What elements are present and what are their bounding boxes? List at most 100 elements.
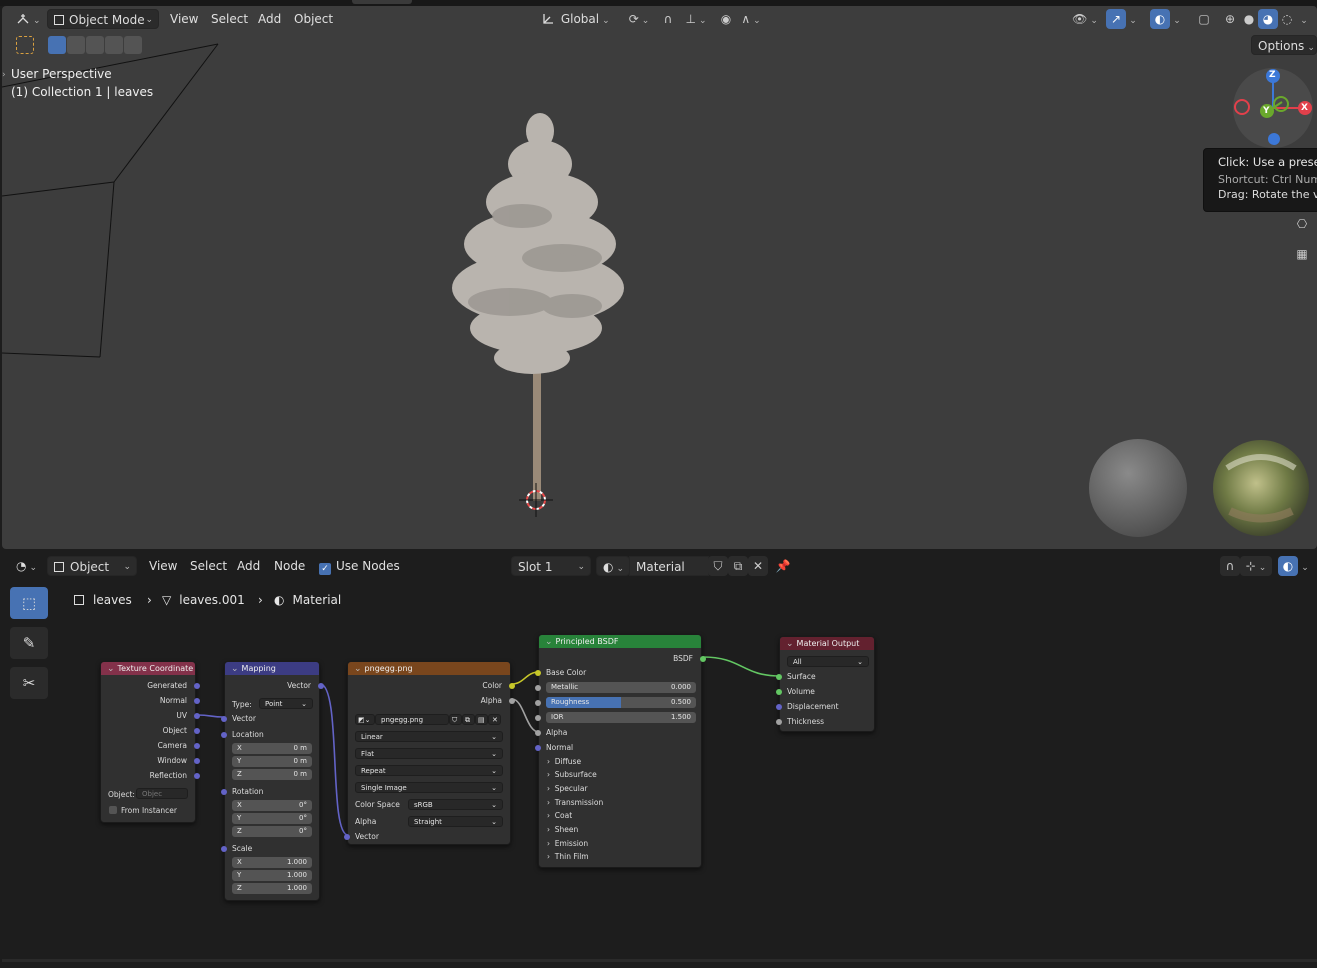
scale-z-field[interactable]: Z 1.000: [232, 883, 312, 894]
output-socket[interactable]: [318, 683, 324, 689]
node-texture-coordinate[interactable]: ⌄ Texture Coordinate Generated Normal UV …: [100, 661, 200, 823]
input-socket[interactable]: [221, 789, 227, 795]
scale-y-field[interactable]: Y 1.000: [232, 870, 312, 881]
input-socket[interactable]: [344, 834, 350, 840]
material-shading-icon[interactable]: ◕: [1258, 9, 1278, 29]
object-field[interactable]: Objec: [136, 788, 188, 799]
gizmo-x-label[interactable]: X: [1301, 103, 1308, 113]
node-mapping[interactable]: ⌄ Mapping Vector Type: Point ⌄ Vector Loca…: [221, 661, 324, 901]
select-invert-icon[interactable]: [105, 36, 123, 54]
select-subtract-icon[interactable]: [86, 36, 104, 54]
output-socket[interactable]: [194, 758, 200, 764]
output-socket[interactable]: [194, 683, 200, 689]
proportional-editing-icon[interactable]: ◉: [716, 9, 736, 29]
select-intersect-icon[interactable]: [124, 36, 142, 54]
roughness-slider[interactable]: Roughness 0.500: [546, 697, 696, 708]
input-socket[interactable]: [221, 846, 227, 852]
output-socket[interactable]: [194, 773, 200, 779]
panel-sheen[interactable]: › Sheen: [547, 825, 578, 834]
gizmo-y-label[interactable]: Y: [1263, 106, 1270, 116]
menu-view[interactable]: View: [165, 9, 203, 29]
ortho-toggle-icon[interactable]: ▦: [1292, 244, 1312, 264]
input-socket[interactable]: [776, 674, 782, 680]
panel-diffuse[interactable]: › Diffuse: [547, 757, 581, 766]
input-socket[interactable]: [535, 745, 541, 751]
overlays-toggle-icon[interactable]: ◐: [1150, 9, 1170, 29]
target-dropdown[interactable]: All ⌄: [787, 656, 869, 667]
node-header[interactable]: ⌄ Material Output: [780, 637, 874, 650]
menu-object[interactable]: Object: [289, 9, 338, 29]
snap-target-icon[interactable]: ⊥ ⌄: [680, 9, 712, 29]
rotation-x-field[interactable]: X 0°: [232, 800, 312, 811]
type-dropdown[interactable]: Point ⌄: [259, 698, 313, 709]
location-z-field[interactable]: Z 0 m: [232, 769, 312, 780]
sidebar-expand-icon[interactable]: ›: [2, 70, 6, 80]
select-extend-icon[interactable]: [67, 36, 85, 54]
pivot-point-icon[interactable]: ⟳ ⌄: [624, 9, 654, 29]
input-socket[interactable]: [535, 715, 541, 721]
mode-dropdown[interactable]: Object Mode ⌄: [47, 9, 159, 29]
source-dropdown[interactable]: Single Image ⌄: [355, 782, 503, 793]
rotation-z-field[interactable]: Z 0°: [232, 826, 312, 837]
input-socket[interactable]: [221, 716, 227, 722]
duplicate-image-icon[interactable]: ⧉: [462, 714, 475, 725]
output-socket[interactable]: [509, 698, 515, 704]
input-socket[interactable]: [535, 685, 541, 691]
image-browse-icon[interactable]: ◩⌄: [355, 714, 375, 725]
rotation-y-field[interactable]: Y 0°: [232, 813, 312, 824]
node-header[interactable]: ⌄ Texture Coordinate: [101, 662, 195, 675]
node-header[interactable]: ⌄ Principled BSDF: [539, 635, 701, 648]
open-image-folder-icon[interactable]: ▤: [475, 714, 488, 725]
wireframe-shading-icon[interactable]: ⊕: [1220, 9, 1240, 29]
location-x-field[interactable]: X 0 m: [232, 743, 312, 754]
panel-emission[interactable]: › Emission: [547, 839, 588, 848]
falloff-icon[interactable]: ∧ ⌄: [736, 9, 766, 29]
interpolation-dropdown[interactable]: Linear ⌄: [355, 731, 503, 742]
menu-select[interactable]: Select: [206, 9, 253, 29]
output-socket[interactable]: [194, 743, 200, 749]
image-name-field[interactable]: pngegg.png: [375, 714, 449, 725]
select-new-icon[interactable]: [48, 36, 66, 54]
panel-specular[interactable]: › Specular: [547, 784, 588, 793]
camera-view-icon[interactable]: ⎔: [1292, 214, 1312, 234]
panel-transmission[interactable]: › Transmission: [547, 798, 603, 807]
solid-shading-icon[interactable]: ●: [1239, 9, 1259, 29]
tweak-tool-icon[interactable]: [16, 36, 34, 54]
colorspace-dropdown[interactable]: sRGB ⌄: [408, 799, 503, 810]
metallic-field[interactable]: Metallic 0.000: [546, 682, 696, 693]
node-header[interactable]: ⌄ pngegg.png: [348, 662, 510, 675]
input-socket[interactable]: [221, 732, 227, 738]
menu-add[interactable]: Add: [253, 9, 286, 29]
checkbox-icon[interactable]: [109, 806, 117, 814]
projection-dropdown[interactable]: Flat ⌄: [355, 748, 503, 759]
3d-viewport[interactable]: ⌄ Object Mode ⌄ View Select Add Object Gl…: [2, 6, 1317, 549]
rendered-shading-icon[interactable]: ◌: [1277, 9, 1297, 29]
output-socket[interactable]: [700, 656, 706, 662]
shading-dropdown-icon[interactable]: ⌄: [1297, 9, 1311, 29]
unlink-image-icon[interactable]: ✕: [488, 714, 501, 725]
input-socket[interactable]: [776, 704, 782, 710]
gizmo-dropdown-icon[interactable]: ⌄: [1126, 9, 1140, 29]
input-socket[interactable]: [776, 689, 782, 695]
panel-coat[interactable]: › Coat: [547, 811, 572, 820]
shader-node-editor[interactable]: ◔ ⌄ Object ⌄ View Select Add Node ✓ Use Nod…: [2, 553, 1317, 965]
active-tab-hint[interactable]: [352, 0, 412, 4]
ior-field[interactable]: IOR 1.500: [546, 712, 696, 723]
node-header[interactable]: ⌄ Mapping: [225, 662, 319, 675]
node-principled-bsdf[interactable]: ⌄ Principled BSDF BSDF Base Color Metalli…: [535, 634, 706, 868]
from-instancer-checkbox[interactable]: From Instancer: [109, 806, 177, 815]
input-socket[interactable]: [776, 719, 782, 725]
node-material-output[interactable]: ⌄ Material Output All ⌄ Surface Volume Dis…: [776, 636, 875, 732]
gizmo-z-label[interactable]: Z: [1269, 70, 1276, 80]
input-socket[interactable]: [535, 730, 541, 736]
scene-canvas[interactable]: [2, 6, 1317, 549]
location-y-field[interactable]: Y 0 m: [232, 756, 312, 767]
output-socket[interactable]: [194, 713, 200, 719]
output-socket[interactable]: [194, 698, 200, 704]
gizmo-toggle-icon[interactable]: ↗: [1106, 9, 1126, 29]
overlays-dropdown-icon[interactable]: ⌄: [1170, 9, 1184, 29]
horizontal-scrollbar[interactable]: [2, 959, 1317, 962]
transform-orientation-dropdown[interactable]: Global ⌄: [536, 9, 616, 29]
options-button[interactable]: Options ⌄: [1251, 35, 1317, 55]
extension-dropdown[interactable]: Repeat ⌄: [355, 765, 503, 776]
